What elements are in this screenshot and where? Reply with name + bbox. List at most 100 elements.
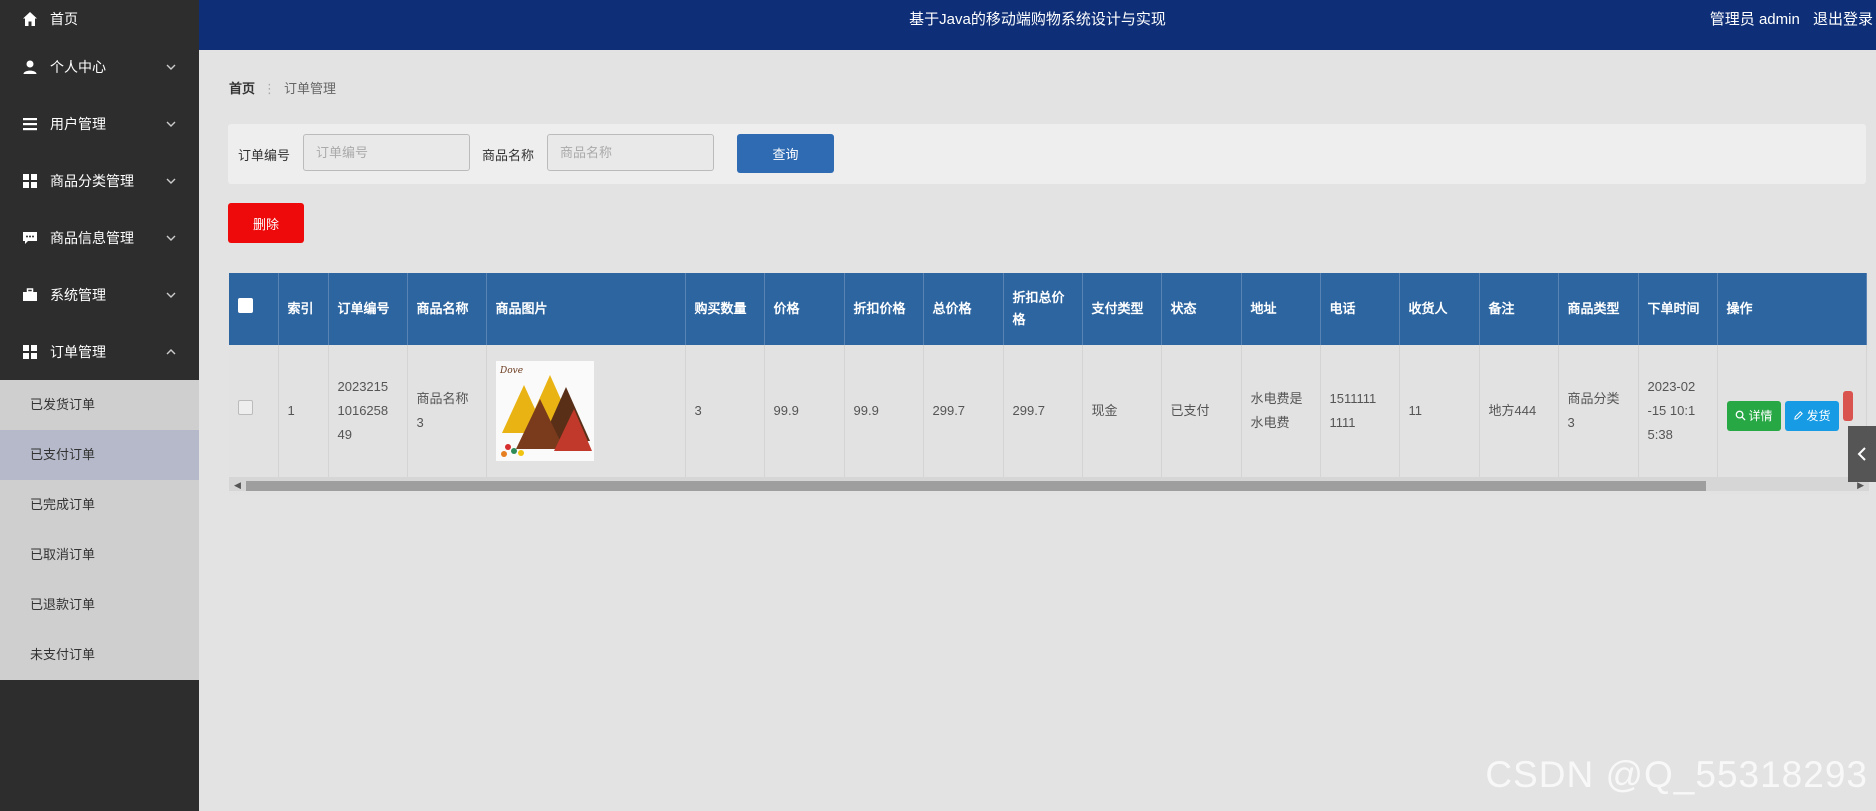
sidebar-item-orders[interactable]: 订单管理: [0, 323, 199, 380]
column-header: 收货人: [1399, 273, 1480, 345]
submenu-paid[interactable]: 已支付订单: [0, 430, 199, 480]
briefcase-icon: [22, 287, 38, 303]
main-content: 首页⋮订单管理 订单编号 商品名称 查询 删除 索引 订单编号 商品名称 商品: [199, 50, 1876, 811]
submenu-shipped[interactable]: 已发货订单: [0, 380, 199, 430]
logout-link[interactable]: 退出登录: [1813, 11, 1873, 28]
person-icon: [22, 59, 38, 75]
breadcrumb: 首页 ⋮ 订单管理: [229, 78, 336, 97]
order-no-label: 订单编号: [238, 148, 291, 163]
scroll-left-icon[interactable]: ◀: [234, 480, 241, 491]
horizontal-scrollbar[interactable]: ◀ ▶: [229, 477, 1869, 491]
select-all-checkbox[interactable]: [238, 298, 253, 313]
column-header: 商品图片: [486, 273, 686, 345]
breadcrumb-current: 订单管理: [284, 81, 337, 96]
column-header: 商品名称: [407, 273, 487, 345]
cell-remark: 地方444: [1479, 345, 1559, 477]
select-all-header[interactable]: [229, 273, 279, 345]
cell-operations: 详情 发货: [1717, 345, 1867, 477]
column-header: 价格: [764, 273, 845, 345]
cell-phone: 1511111 1111: [1320, 345, 1400, 477]
query-button[interactable]: 查询: [737, 134, 834, 173]
column-header: 折扣总价格: [1003, 273, 1083, 345]
detail-button-label: 详情: [1748, 408, 1773, 423]
chevron-down-icon: [166, 178, 176, 184]
sidebar-item-personal[interactable]: 个人中心: [0, 38, 199, 95]
cell-status: 已支付: [1161, 345, 1242, 477]
column-header: 地址: [1241, 273, 1321, 345]
table-row: 1 2023215 1016258 49 商品名称 3 Dove 3 99.9 …: [229, 345, 1867, 477]
cell-discount-price: 99.9: [844, 345, 924, 477]
product-name-input[interactable]: [547, 134, 714, 171]
home-icon: [22, 11, 38, 27]
breadcrumb-home[interactable]: 首页: [229, 81, 255, 96]
row-delete-button[interactable]: [1842, 391, 1853, 422]
sidebar-item-label: 首页: [50, 11, 78, 27]
sidebar-item-home[interactable]: 首页: [0, 0, 199, 38]
column-header: 支付类型: [1082, 273, 1162, 345]
delete-button[interactable]: 删除: [228, 203, 304, 243]
scrollbar-thumb[interactable]: [246, 481, 1706, 491]
order-submenu: 已发货订单 已支付订单 已完成订单 已取消订单 已退款订单 未支付订单: [0, 380, 199, 680]
cell-order-no: 2023215 1016258 49: [328, 345, 408, 477]
product-image-brand: Dove: [499, 366, 523, 376]
cell-index: 1: [278, 345, 329, 477]
product-image[interactable]: Dove: [495, 361, 594, 461]
sidebar-item-system[interactable]: 系统管理: [0, 266, 199, 323]
column-header: 备注: [1479, 273, 1559, 345]
column-header: 订单编号: [328, 273, 408, 345]
chat-icon: [22, 230, 38, 246]
admin-label: 管理员 admin: [1709, 11, 1800, 28]
breadcrumb-separator: ⋮: [263, 81, 277, 96]
sidebar-item-users[interactable]: 用户管理: [0, 95, 199, 152]
cell-address: 水电费是 水电费: [1241, 345, 1321, 477]
column-header: 下单时间: [1638, 273, 1718, 345]
sidebar-item-label: 商品信息管理: [50, 229, 134, 246]
ship-button[interactable]: 发货: [1784, 400, 1839, 431]
chevron-down-icon: [166, 121, 176, 127]
cell-quantity: 3: [685, 345, 765, 477]
list-icon: [22, 116, 38, 132]
submenu-completed[interactable]: 已完成订单: [0, 480, 199, 530]
cell-product-name: 商品名称 3: [407, 345, 487, 477]
sidebar-item-category[interactable]: 商品分类管理: [0, 152, 199, 209]
grid-icon: [22, 344, 38, 360]
sidebar-item-label: 订单管理: [50, 343, 106, 360]
ship-button-label: 发货: [1806, 408, 1831, 423]
table-header-row: 索引 订单编号 商品名称 商品图片 购买数量 价格 折扣价格 总价格 折扣总价格…: [229, 273, 1867, 345]
cell-product-image: Dove: [486, 345, 686, 477]
product-name-label: 商品名称: [482, 148, 535, 163]
chevron-left-icon: [1857, 447, 1866, 461]
cell-pay-type: 现金: [1082, 345, 1162, 477]
cell-total: 299.7: [923, 345, 1004, 477]
order-table-container: 索引 订单编号 商品名称 商品图片 购买数量 价格 折扣价格 总价格 折扣总价格…: [229, 273, 1869, 495]
submenu-refunded[interactable]: 已退款订单: [0, 580, 199, 630]
sidebar-item-label: 个人中心: [50, 58, 106, 75]
submenu-cancelled[interactable]: 已取消订单: [0, 530, 199, 580]
detail-button[interactable]: 详情: [1726, 400, 1781, 431]
column-header: 索引: [278, 273, 329, 345]
grid-icon: [22, 173, 38, 189]
order-table: 索引 订单编号 商品名称 商品图片 购买数量 价格 折扣价格 总价格 折扣总价格…: [229, 273, 1867, 477]
column-header: 总价格: [923, 273, 1004, 345]
sidebar-item-label: 商品分类管理: [50, 172, 134, 189]
side-collapse-tab[interactable]: [1848, 426, 1876, 482]
row-checkbox[interactable]: [238, 400, 253, 415]
sidebar: 首页 个人中心 用户管理 商品分类管理 商品信息管理 系统管理 订单管理 已发货…: [0, 0, 199, 811]
chevron-up-icon: [166, 348, 176, 354]
page-title: 基于Java的移动端购物系统设计与实现: [909, 11, 1166, 28]
column-header: 购买数量: [685, 273, 765, 345]
search-icon: [1735, 410, 1746, 421]
column-header: 操作: [1717, 273, 1867, 345]
top-header: 基于Java的移动端购物系统设计与实现 管理员 admin 退出登录: [199, 0, 1876, 50]
cell-category: 商品分类 3: [1558, 345, 1639, 477]
order-no-input[interactable]: [303, 134, 470, 171]
cell-receiver: 11: [1399, 345, 1480, 477]
submenu-unpaid[interactable]: 未支付订单: [0, 630, 199, 680]
column-header: 商品类型: [1558, 273, 1639, 345]
sidebar-item-product-info[interactable]: 商品信息管理: [0, 209, 199, 266]
column-header: 电话: [1320, 273, 1400, 345]
edit-icon: [1793, 411, 1803, 421]
chevron-down-icon: [166, 235, 176, 241]
chevron-down-icon: [166, 292, 176, 298]
row-select-cell[interactable]: [229, 345, 279, 477]
